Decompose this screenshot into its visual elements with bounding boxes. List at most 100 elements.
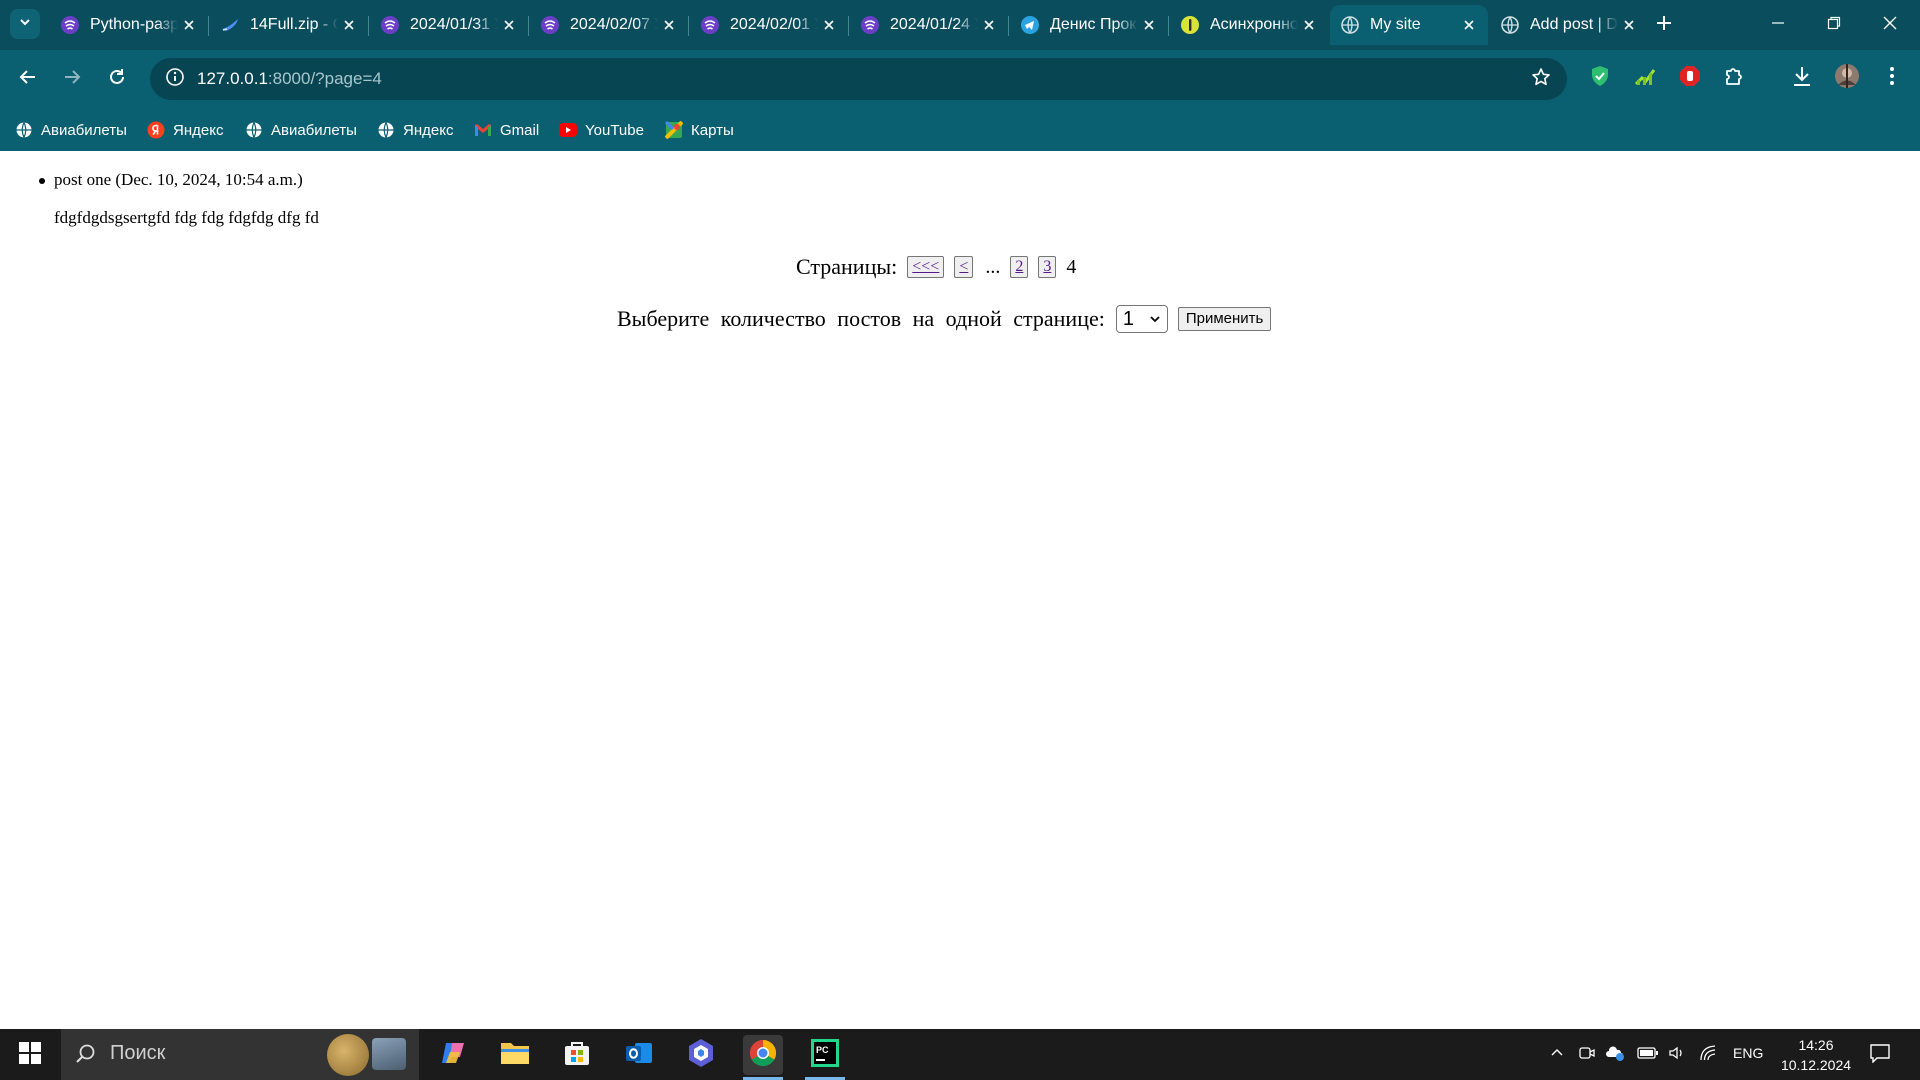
bookmark-label: Авиабилеты	[271, 121, 357, 139]
apply-button[interactable]: Применить	[1177, 307, 1272, 331]
keyboard-language[interactable]: ENG	[1733, 1045, 1763, 1061]
chart-extension-button[interactable]	[1629, 62, 1661, 94]
tab-async[interactable]: Асинхронность	[1170, 5, 1328, 45]
list-item: post one (Dec. 10, 2024, 10:54 a.m.)	[39, 169, 303, 191]
taskbar-search-box[interactable]: Поиск	[61, 1029, 419, 1080]
windows-taskbar: Поиск PC ENG 14:26 10.12.2024	[0, 1029, 1920, 1080]
shield-extension-button[interactable]	[1584, 62, 1616, 94]
bookmark-star-button[interactable]	[1527, 65, 1555, 93]
tab-lesson-0201[interactable]: 2024/02/01 Урок	[690, 5, 849, 45]
close-icon[interactable]	[338, 14, 360, 36]
extensions-button[interactable]	[1719, 62, 1751, 94]
close-icon[interactable]	[1138, 14, 1160, 36]
close-window-button[interactable]	[1862, 0, 1918, 50]
tab-telegram[interactable]: Денис Прокофьев	[1010, 5, 1169, 45]
pycharm-icon: PC	[810, 1038, 840, 1073]
back-button[interactable]	[11, 62, 45, 96]
kebab-menu-icon	[1889, 66, 1895, 91]
close-icon[interactable]	[978, 14, 1000, 36]
restore-button[interactable]	[1806, 0, 1862, 50]
list-bullet	[39, 178, 45, 184]
arrow-right-icon	[62, 67, 82, 92]
close-icon[interactable]	[1618, 14, 1640, 36]
notifications-button[interactable]	[1866, 1041, 1894, 1069]
reload-button[interactable]	[100, 62, 134, 96]
tab-lesson-0207[interactable]: 2024/02/07 Урок	[530, 5, 689, 45]
tray-overflow-button[interactable]	[1547, 1045, 1567, 1065]
tab-divider	[688, 16, 689, 36]
tab-drive-zip[interactable]: 14Full.zip - Google Drive	[210, 5, 369, 45]
purple-course-icon	[380, 15, 400, 35]
tab-python-course[interactable]: Python-разработчик	[50, 5, 209, 45]
taskbar-clock[interactable]: 14:26 10.12.2024	[1770, 1035, 1862, 1075]
windows-logo-icon	[19, 1041, 41, 1069]
bookmark-yandex-1[interactable]: Яндекс	[147, 119, 223, 141]
per-page-selected-value: 1	[1122, 307, 1134, 330]
downloads-button[interactable]	[1786, 62, 1818, 94]
per-page-select[interactable]: 1	[1115, 305, 1168, 333]
tab-lesson-0131[interactable]: 2024/01/31 Урок	[370, 5, 529, 45]
folder-icon	[500, 1040, 530, 1071]
tray-battery-button[interactable]	[1637, 1045, 1658, 1065]
first-page-link[interactable]: <<<	[907, 256, 945, 278]
page-link-3[interactable]: 3	[1038, 256, 1057, 278]
bookmark-maps[interactable]: Карты	[665, 119, 734, 141]
close-icon[interactable]	[1458, 14, 1480, 36]
chrome-app[interactable]	[743, 1035, 783, 1080]
bookmark-aviabilety-2[interactable]: Авиабилеты	[245, 119, 357, 141]
bookmark-yandex-2[interactable]: Яндекс	[377, 119, 453, 141]
minimize-icon	[1771, 16, 1785, 35]
outlook-icon	[624, 1038, 654, 1073]
bookmark-aviabilety-1[interactable]: Авиабилеты	[15, 119, 127, 141]
post-title: post one (Dec. 10, 2024, 10:54 a.m.)	[54, 170, 303, 189]
start-button[interactable]	[10, 1039, 50, 1071]
tab-strip: Python-разработчик 14Full.zip - Google D…	[0, 0, 1920, 50]
browser-chrome: Python-разработчик 14Full.zip - Google D…	[0, 0, 1920, 151]
bookmark-youtube[interactable]: YouTube	[559, 119, 644, 141]
svg-text:PC: PC	[816, 1045, 829, 1055]
cloud-sync-icon	[1605, 1044, 1625, 1067]
bing-app[interactable]	[681, 1035, 721, 1075]
copilot-app[interactable]	[433, 1035, 473, 1075]
tray-network-button[interactable]	[1698, 1044, 1718, 1065]
url-text[interactable]: 127.0.0.1:8000/?page=4	[197, 69, 382, 89]
close-icon[interactable]	[658, 14, 680, 36]
tray-onedrive-button[interactable]	[1605, 1045, 1625, 1065]
file-explorer-app[interactable]	[495, 1035, 535, 1075]
previous-page-link[interactable]: <	[954, 256, 974, 278]
purple-course-icon	[60, 15, 80, 35]
bookmark-label: Авиабилеты	[41, 121, 127, 139]
block-extension-button[interactable]	[1674, 62, 1706, 94]
pagination-label: Страницы:	[796, 254, 898, 279]
outlook-app[interactable]	[619, 1035, 659, 1075]
tray-volume-button[interactable]	[1667, 1045, 1687, 1065]
forward-button[interactable]	[55, 62, 89, 96]
tab-my-site[interactable]: My site	[1330, 5, 1488, 45]
tray-meet-button[interactable]	[1577, 1045, 1597, 1065]
minimize-button[interactable]	[1750, 0, 1806, 50]
tab-title: 14Full.zip - Google Drive	[250, 16, 338, 33]
address-bar[interactable]: 127.0.0.1:8000/?page=4	[150, 58, 1567, 100]
signal-bars-icon	[1634, 66, 1656, 91]
page-link-2[interactable]: 2	[1010, 256, 1029, 278]
bookmark-gmail[interactable]: Gmail	[474, 119, 539, 141]
site-info-button[interactable]	[160, 64, 190, 94]
close-icon[interactable]	[498, 14, 520, 36]
chrome-menu-button[interactable]	[1876, 62, 1908, 94]
clock-time: 14:26	[1798, 1037, 1834, 1053]
pycharm-app[interactable]: PC	[805, 1035, 845, 1080]
tab-lesson-0124[interactable]: 2024/01/24 Урок	[850, 5, 1009, 45]
tab-search-button[interactable]	[10, 9, 40, 39]
tab-add-post[interactable]: Add post | Django site admin	[1490, 5, 1648, 45]
plus-icon	[1656, 15, 1672, 36]
microsoft-store-app[interactable]	[557, 1035, 597, 1075]
profile-avatar-button[interactable]	[1831, 62, 1863, 94]
close-icon[interactable]	[1298, 14, 1320, 36]
close-icon[interactable]	[178, 14, 200, 36]
notification-icon	[1869, 1043, 1891, 1068]
bookmark-label: Яндекс	[403, 121, 454, 139]
close-icon[interactable]	[818, 14, 840, 36]
new-tab-button[interactable]	[1650, 11, 1678, 39]
bookmark-label: Яндекс	[173, 121, 224, 139]
url-host: 127.0.0.1	[197, 69, 268, 88]
